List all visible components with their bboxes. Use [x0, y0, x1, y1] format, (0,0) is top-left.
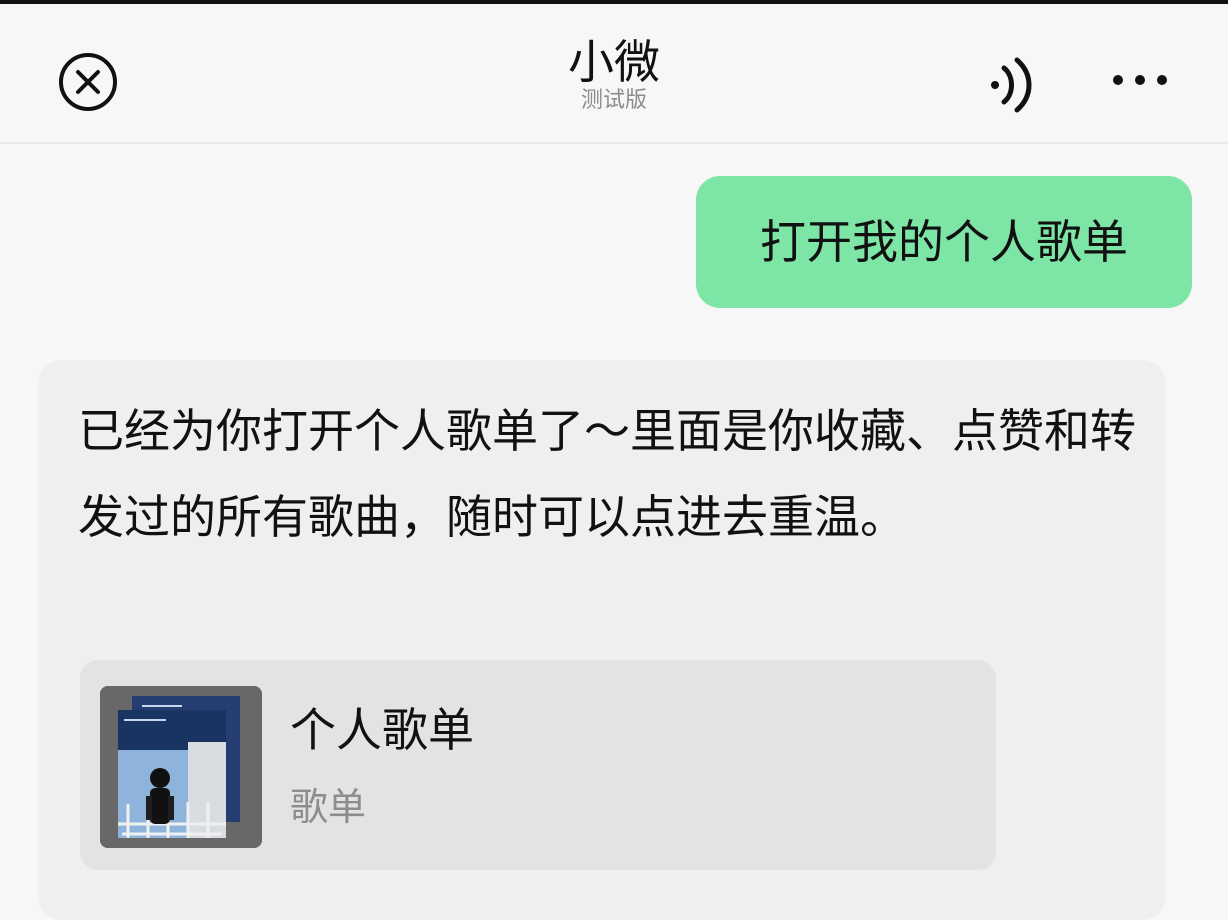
chat-area: 打开我的个人歌单 已经为你打开个人歌单了～里面是你收藏、点赞和转发过的所有歌曲，…	[0, 144, 1228, 920]
more-icon	[1113, 75, 1167, 85]
user-message-text: 打开我的个人歌单	[760, 215, 1128, 269]
assistant-message-text: 已经为你打开个人歌单了～里面是你收藏、点赞和转发过的所有歌曲，随时可以点进去重温…	[78, 404, 1136, 544]
sound-icon	[991, 57, 1032, 113]
playlist-title: 个人歌单	[290, 703, 474, 757]
top-navigation-bar: 小微 测试版	[0, 4, 1228, 144]
playlist-cover-image	[100, 686, 262, 848]
sound-button[interactable]	[980, 50, 1050, 120]
close-button[interactable]	[56, 50, 120, 114]
page-subtitle: 测试版	[580, 88, 647, 113]
page-title-group: 小微 测试版	[464, 34, 764, 114]
playlist-cover-art	[100, 686, 262, 848]
playlist-subtitle: 歌单	[290, 785, 367, 829]
user-message-bubble: 打开我的个人歌单	[696, 176, 1192, 308]
more-options-button[interactable]	[1100, 60, 1180, 100]
close-icon	[59, 53, 117, 111]
playlist-card[interactable]: 个人歌单 歌单	[80, 660, 996, 870]
page-title: 小微	[568, 35, 660, 89]
assistant-message-bubble: 已经为你打开个人歌单了～里面是你收藏、点赞和转发过的所有歌曲，随时可以点进去重温…	[38, 360, 1166, 920]
